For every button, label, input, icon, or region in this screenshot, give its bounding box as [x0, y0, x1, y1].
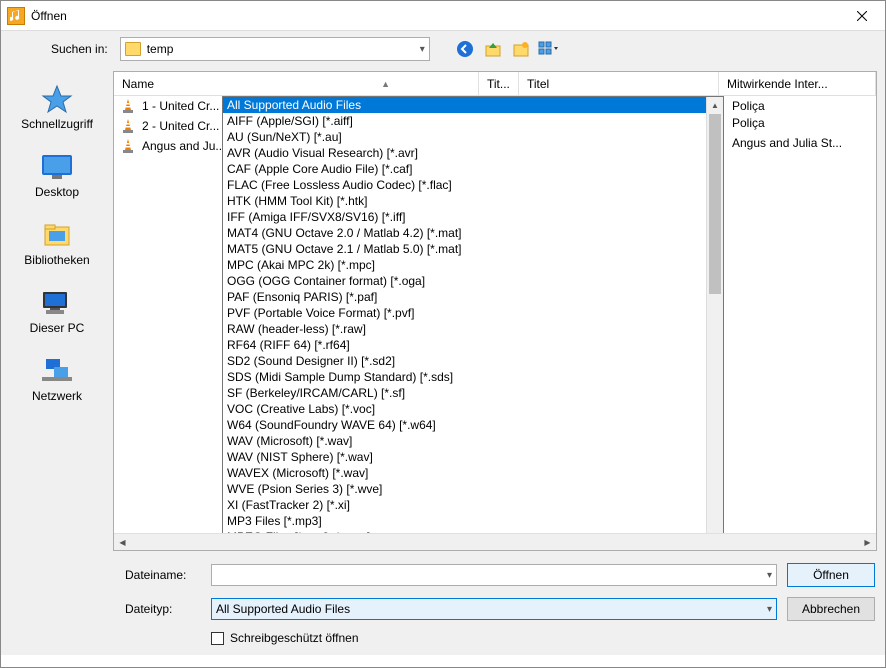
filetype-combo[interactable]: All Supported Audio Files▾ [211, 598, 777, 620]
place-label: Dieser PC [30, 321, 85, 335]
filetype-option[interactable]: CAF (Apple Core Audio File) [*.caf] [223, 161, 706, 177]
close-button[interactable] [839, 1, 885, 31]
scroll-right-icon[interactable]: ▶ [859, 534, 876, 550]
network-icon [39, 355, 75, 387]
readonly-label: Schreibgeschützt öffnen [230, 631, 359, 645]
new-folder-button[interactable] [510, 38, 532, 60]
file-artist: Angus and Julia St... [724, 136, 842, 150]
scroll-left-icon[interactable]: ◀ [114, 534, 131, 550]
file-name: 1 - United Cr... [142, 99, 232, 113]
filetype-option[interactable]: All Supported Audio Files [223, 97, 706, 113]
scroll-track[interactable] [131, 534, 859, 550]
filetype-option[interactable]: W64 (SoundFoundry WAVE 64) [*.w64] [223, 417, 706, 433]
open-button[interactable]: Öffnen [787, 563, 875, 587]
place-label: Bibliotheken [24, 253, 89, 267]
sort-indicator-icon: ▲ [381, 79, 390, 89]
filetype-option[interactable]: SD2 (Sound Designer II) [*.sd2] [223, 353, 706, 369]
filetype-dropdown-list: All Supported Audio FilesAIFF (Apple/SGI… [222, 96, 724, 533]
readonly-checkbox[interactable]: Schreibgeschützt öffnen [211, 631, 875, 645]
filetype-option[interactable]: SF (Berkeley/IRCAM/CARL) [*.sf] [223, 385, 706, 401]
pc-icon [39, 287, 75, 319]
chevron-down-icon: ▾ [767, 604, 772, 615]
filetype-option[interactable]: VOC (Creative Labs) [*.voc] [223, 401, 706, 417]
back-button[interactable] [454, 38, 476, 60]
vlc-cone-icon [120, 139, 136, 153]
chevron-down-icon: ▾ [767, 570, 772, 581]
file-artist: Poliça [724, 116, 765, 130]
dropdown-scrollbar[interactable]: ▲ ▼ [706, 97, 723, 533]
place-label: Netzwerk [32, 389, 82, 403]
filetype-option[interactable]: PVF (Portable Voice Format) [*.pvf] [223, 305, 706, 321]
toolbar: Suchen in: temp ▾ [1, 31, 885, 67]
filetype-option[interactable]: MAT5 (GNU Octave 2.1 / Matlab 5.0) [*.ma… [223, 241, 706, 257]
column-name[interactable]: Name▲ [114, 72, 479, 95]
filetype-option[interactable]: HTK (HMM Tool Kit) [*.htk] [223, 193, 706, 209]
file-name: 2 - United Cr... [142, 119, 232, 133]
filetype-option[interactable]: SDS (Midi Sample Dump Standard) [*.sds] [223, 369, 706, 385]
place-thispc[interactable]: Dieser PC [1, 283, 113, 339]
column-headers: Name▲ Tit... Titel Mitwirkende Inter... [114, 72, 876, 96]
column-tit[interactable]: Tit... [479, 72, 519, 95]
place-libraries[interactable]: Bibliotheken [1, 215, 113, 271]
desktop-icon [39, 151, 75, 183]
filetype-option[interactable]: RF64 (RIFF 64) [*.rf64] [223, 337, 706, 353]
vlc-cone-icon [120, 119, 136, 133]
file-list: 1 - United Cr... Poliça 2 - United Cr...… [114, 96, 876, 533]
filetype-option[interactable]: AVR (Audio Visual Research) [*.avr] [223, 145, 706, 161]
scroll-thumb[interactable] [709, 114, 721, 294]
titlebar: Öffnen [1, 1, 885, 31]
filetype-option[interactable]: FLAC (Free Lossless Audio Codec) [*.flac… [223, 177, 706, 193]
filename-label: Dateiname: [125, 568, 201, 582]
horizontal-scrollbar[interactable]: ◀ ▶ [114, 533, 876, 550]
filetype-option[interactable]: WAV (Microsoft) [*.wav] [223, 433, 706, 449]
filetype-option[interactable]: WVE (Psion Series 3) [*.wve] [223, 481, 706, 497]
filename-input[interactable]: ▾ [211, 564, 777, 586]
filetype-option[interactable]: OGG (OGG Container format) [*.oga] [223, 273, 706, 289]
window-title: Öffnen [31, 9, 839, 23]
filetype-option[interactable]: MPC (Akai MPC 2k) [*.mpc] [223, 257, 706, 273]
column-mitwirkende[interactable]: Mitwirkende Inter... [719, 72, 876, 95]
star-icon [39, 83, 75, 115]
scroll-up-icon[interactable]: ▲ [707, 97, 723, 114]
filetype-option[interactable]: MAT4 (GNU Octave 2.0 / Matlab 4.2) [*.ma… [223, 225, 706, 241]
folder-dropdown[interactable]: temp ▾ [120, 37, 430, 61]
lookin-label: Suchen in: [51, 42, 108, 56]
places-sidebar: Schnellzugriff Desktop Bibliotheken Dies… [1, 67, 113, 555]
folder-icon [125, 42, 141, 56]
vlc-cone-icon [120, 99, 136, 113]
filetype-option[interactable]: MPEG Files [*.mp2, *.mpg] [223, 529, 706, 533]
column-titel[interactable]: Titel [519, 72, 719, 95]
filetype-label: Dateityp: [125, 602, 201, 616]
filetype-option[interactable]: IFF (Amiga IFF/SVX8/SV16) [*.iff] [223, 209, 706, 225]
filetype-option[interactable]: MP3 Files [*.mp3] [223, 513, 706, 529]
checkbox-icon [211, 632, 224, 645]
file-artist: Poliça [724, 99, 765, 113]
filetype-option[interactable]: RAW (header-less) [*.raw] [223, 321, 706, 337]
chevron-down-icon: ▾ [420, 44, 425, 55]
file-name: Angus and Ju... [142, 139, 232, 153]
filetype-option[interactable]: PAF (Ensoniq PARIS) [*.paf] [223, 289, 706, 305]
filetype-option[interactable]: AIFF (Apple/SGI) [*.aiff] [223, 113, 706, 129]
app-icon [7, 7, 25, 25]
libraries-icon [39, 219, 75, 251]
current-folder: temp [147, 42, 420, 56]
place-label: Desktop [35, 185, 79, 199]
up-button[interactable] [482, 38, 504, 60]
place-quickaccess[interactable]: Schnellzugriff [1, 79, 113, 135]
view-menu-button[interactable] [538, 38, 560, 60]
filetype-option[interactable]: XI (FastTracker 2) [*.xi] [223, 497, 706, 513]
cancel-button[interactable]: Abbrechen [787, 597, 875, 621]
place-label: Schnellzugriff [21, 117, 93, 131]
file-list-area: Name▲ Tit... Titel Mitwirkende Inter... … [113, 71, 877, 551]
filetype-option[interactable]: WAVEX (Microsoft) [*.wav] [223, 465, 706, 481]
filetype-option[interactable]: AU (Sun/NeXT) [*.au] [223, 129, 706, 145]
filetype-option[interactable]: WAV (NIST Sphere) [*.wav] [223, 449, 706, 465]
place-desktop[interactable]: Desktop [1, 147, 113, 203]
main-area: Schnellzugriff Desktop Bibliotheken Dies… [1, 67, 885, 555]
bottom-panel: Dateiname: ▾ Öffnen Dateityp: All Suppor… [1, 555, 885, 655]
place-network[interactable]: Netzwerk [1, 351, 113, 407]
